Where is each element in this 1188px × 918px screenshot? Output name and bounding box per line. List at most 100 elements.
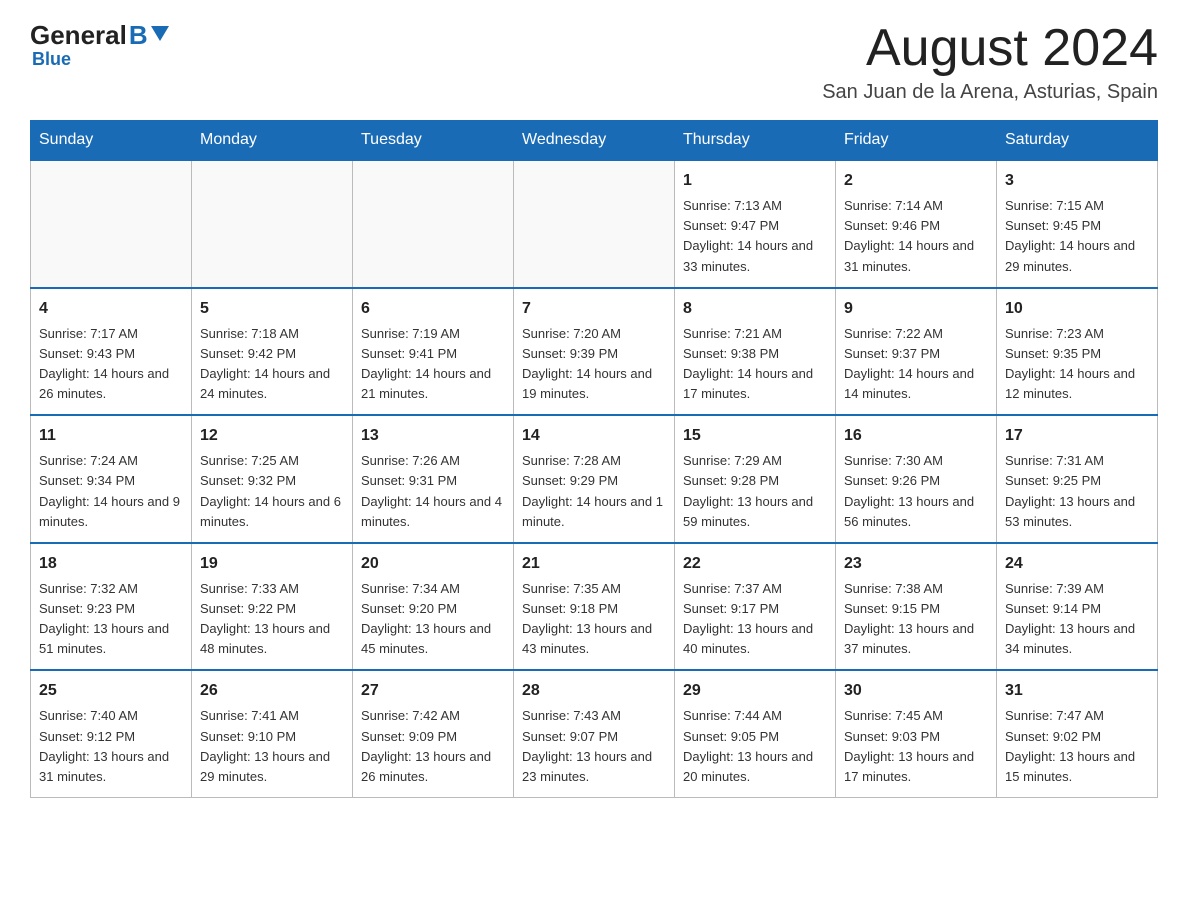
day-number: 30 — [844, 679, 988, 703]
calendar-cell — [192, 160, 353, 288]
header: General B Blue August 2024 San Juan de l… — [30, 20, 1158, 104]
calendar-cell: 23 Sunrise: 7:38 AMSunset: 9:15 PMDayligh… — [836, 543, 997, 671]
day-info: Sunrise: 7:34 AMSunset: 9:20 PMDaylight:… — [361, 579, 505, 660]
calendar-cell: 13 Sunrise: 7:26 AMSunset: 9:31 PMDayligh… — [353, 415, 514, 543]
day-info: Sunrise: 7:43 AMSunset: 9:07 PMDaylight:… — [522, 706, 666, 787]
day-number: 25 — [39, 679, 183, 703]
day-number: 9 — [844, 297, 988, 321]
calendar-cell: 28 Sunrise: 7:43 AMSunset: 9:07 PMDayligh… — [514, 670, 675, 797]
calendar-header-tuesday: Tuesday — [353, 121, 514, 161]
day-info: Sunrise: 7:18 AMSunset: 9:42 PMDaylight:… — [200, 324, 344, 405]
day-number: 4 — [39, 297, 183, 321]
calendar-cell: 22 Sunrise: 7:37 AMSunset: 9:17 PMDayligh… — [675, 543, 836, 671]
day-info: Sunrise: 7:15 AMSunset: 9:45 PMDaylight:… — [1005, 196, 1149, 277]
day-info: Sunrise: 7:44 AMSunset: 9:05 PMDaylight:… — [683, 706, 827, 787]
day-number: 15 — [683, 424, 827, 448]
calendar-cell: 6Sunrise: 7:19 AMSunset: 9:41 PMDaylight… — [353, 288, 514, 416]
day-info: Sunrise: 7:21 AMSunset: 9:38 PMDaylight:… — [683, 324, 827, 405]
day-number: 27 — [361, 679, 505, 703]
location-title: San Juan de la Arena, Asturias, Spain — [822, 81, 1158, 104]
calendar-cell: 4 Sunrise: 7:17 AMSunset: 9:43 PMDaylight… — [31, 288, 192, 416]
day-number: 1 — [683, 169, 827, 193]
day-number: 23 — [844, 552, 988, 576]
logo-triangle-icon — [151, 26, 169, 41]
day-number: 26 — [200, 679, 344, 703]
calendar-cell: 16Sunrise: 7:30 AMSunset: 9:26 PMDayligh… — [836, 415, 997, 543]
day-info: Sunrise: 7:22 AMSunset: 9:37 PMDaylight:… — [844, 324, 988, 405]
day-number: 16 — [844, 424, 988, 448]
calendar-cell: 18 Sunrise: 7:32 AMSunset: 9:23 PMDayligh… — [31, 543, 192, 671]
day-number: 17 — [1005, 424, 1149, 448]
day-info: Sunrise: 7:37 AMSunset: 9:17 PMDaylight:… — [683, 579, 827, 660]
week-row-4: 18 Sunrise: 7:32 AMSunset: 9:23 PMDayligh… — [31, 543, 1158, 671]
calendar-table: SundayMondayTuesdayWednesdayThursdayFrid… — [30, 120, 1158, 798]
calendar-cell: 20 Sunrise: 7:34 AMSunset: 9:20 PMDayligh… — [353, 543, 514, 671]
day-info: Sunrise: 7:29 AMSunset: 9:28 PMDaylight:… — [683, 451, 827, 532]
day-number: 22 — [683, 552, 827, 576]
logo-general: General — [30, 20, 127, 51]
calendar-cell — [353, 160, 514, 288]
calendar-header-row: SundayMondayTuesdayWednesdayThursdayFrid… — [31, 121, 1158, 161]
calendar-cell: 8 Sunrise: 7:21 AMSunset: 9:38 PMDaylight… — [675, 288, 836, 416]
calendar-cell: 15 Sunrise: 7:29 AMSunset: 9:28 PMDayligh… — [675, 415, 836, 543]
calendar-header-monday: Monday — [192, 121, 353, 161]
calendar-cell: 11 Sunrise: 7:24 AMSunset: 9:34 PMDayligh… — [31, 415, 192, 543]
calendar-cell: 24Sunrise: 7:39 AMSunset: 9:14 PMDayligh… — [997, 543, 1158, 671]
calendar-header-saturday: Saturday — [997, 121, 1158, 161]
day-number: 10 — [1005, 297, 1149, 321]
day-info: Sunrise: 7:24 AMSunset: 9:34 PMDaylight:… — [39, 451, 183, 532]
calendar-cell: 5Sunrise: 7:18 AMSunset: 9:42 PMDaylight… — [192, 288, 353, 416]
calendar-cell: 12 Sunrise: 7:25 AMSunset: 9:32 PMDayligh… — [192, 415, 353, 543]
day-info: Sunrise: 7:38 AMSunset: 9:15 PMDaylight:… — [844, 579, 988, 660]
logo-subtitle: Blue — [32, 49, 71, 70]
day-info: Sunrise: 7:17 AMSunset: 9:43 PMDaylight:… — [39, 324, 183, 405]
logo-b: B — [129, 20, 148, 51]
day-info: Sunrise: 7:31 AMSunset: 9:25 PMDaylight:… — [1005, 451, 1149, 532]
calendar-cell: 10 Sunrise: 7:23 AMSunset: 9:35 PMDayligh… — [997, 288, 1158, 416]
day-number: 2 — [844, 169, 988, 193]
calendar-header-thursday: Thursday — [675, 121, 836, 161]
day-info: Sunrise: 7:13 AMSunset: 9:47 PMDaylight:… — [683, 196, 827, 277]
day-number: 3 — [1005, 169, 1149, 193]
calendar-header-wednesday: Wednesday — [514, 121, 675, 161]
logo: General B Blue — [30, 20, 169, 70]
week-row-5: 25Sunrise: 7:40 AMSunset: 9:12 PMDayligh… — [31, 670, 1158, 797]
week-row-1: 1 Sunrise: 7:13 AMSunset: 9:47 PMDaylight… — [31, 160, 1158, 288]
day-info: Sunrise: 7:45 AMSunset: 9:03 PMDaylight:… — [844, 706, 988, 787]
day-info: Sunrise: 7:39 AMSunset: 9:14 PMDaylight:… — [1005, 579, 1149, 660]
calendar-cell: 3 Sunrise: 7:15 AMSunset: 9:45 PMDaylight… — [997, 160, 1158, 288]
calendar-cell: 7 Sunrise: 7:20 AMSunset: 9:39 PMDaylight… — [514, 288, 675, 416]
day-info: Sunrise: 7:26 AMSunset: 9:31 PMDaylight:… — [361, 451, 505, 532]
day-info: Sunrise: 7:14 AMSunset: 9:46 PMDaylight:… — [844, 196, 988, 277]
day-info: Sunrise: 7:35 AMSunset: 9:18 PMDaylight:… — [522, 579, 666, 660]
calendar-cell: 25Sunrise: 7:40 AMSunset: 9:12 PMDayligh… — [31, 670, 192, 797]
calendar-cell — [514, 160, 675, 288]
day-number: 7 — [522, 297, 666, 321]
calendar-cell: 31Sunrise: 7:47 AMSunset: 9:02 PMDayligh… — [997, 670, 1158, 797]
calendar-cell: 30 Sunrise: 7:45 AMSunset: 9:03 PMDayligh… — [836, 670, 997, 797]
day-number: 18 — [39, 552, 183, 576]
day-number: 8 — [683, 297, 827, 321]
month-title: August 2024 — [822, 20, 1158, 77]
calendar-header-friday: Friday — [836, 121, 997, 161]
day-number: 13 — [361, 424, 505, 448]
day-number: 11 — [39, 424, 183, 448]
day-number: 20 — [361, 552, 505, 576]
day-number: 6 — [361, 297, 505, 321]
calendar-cell: 1 Sunrise: 7:13 AMSunset: 9:47 PMDaylight… — [675, 160, 836, 288]
week-row-3: 11 Sunrise: 7:24 AMSunset: 9:34 PMDayligh… — [31, 415, 1158, 543]
calendar-cell: 17 Sunrise: 7:31 AMSunset: 9:25 PMDayligh… — [997, 415, 1158, 543]
day-info: Sunrise: 7:47 AMSunset: 9:02 PMDaylight:… — [1005, 706, 1149, 787]
day-number: 21 — [522, 552, 666, 576]
calendar-cell: 27Sunrise: 7:42 AMSunset: 9:09 PMDayligh… — [353, 670, 514, 797]
day-info: Sunrise: 7:20 AMSunset: 9:39 PMDaylight:… — [522, 324, 666, 405]
calendar-cell: 19Sunrise: 7:33 AMSunset: 9:22 PMDayligh… — [192, 543, 353, 671]
day-info: Sunrise: 7:28 AMSunset: 9:29 PMDaylight:… — [522, 451, 666, 532]
day-info: Sunrise: 7:23 AMSunset: 9:35 PMDaylight:… — [1005, 324, 1149, 405]
day-info: Sunrise: 7:25 AMSunset: 9:32 PMDaylight:… — [200, 451, 344, 532]
day-number: 12 — [200, 424, 344, 448]
day-number: 28 — [522, 679, 666, 703]
calendar-cell: 21 Sunrise: 7:35 AMSunset: 9:18 PMDayligh… — [514, 543, 675, 671]
day-info: Sunrise: 7:32 AMSunset: 9:23 PMDaylight:… — [39, 579, 183, 660]
title-area: August 2024 San Juan de la Arena, Asturi… — [822, 20, 1158, 104]
